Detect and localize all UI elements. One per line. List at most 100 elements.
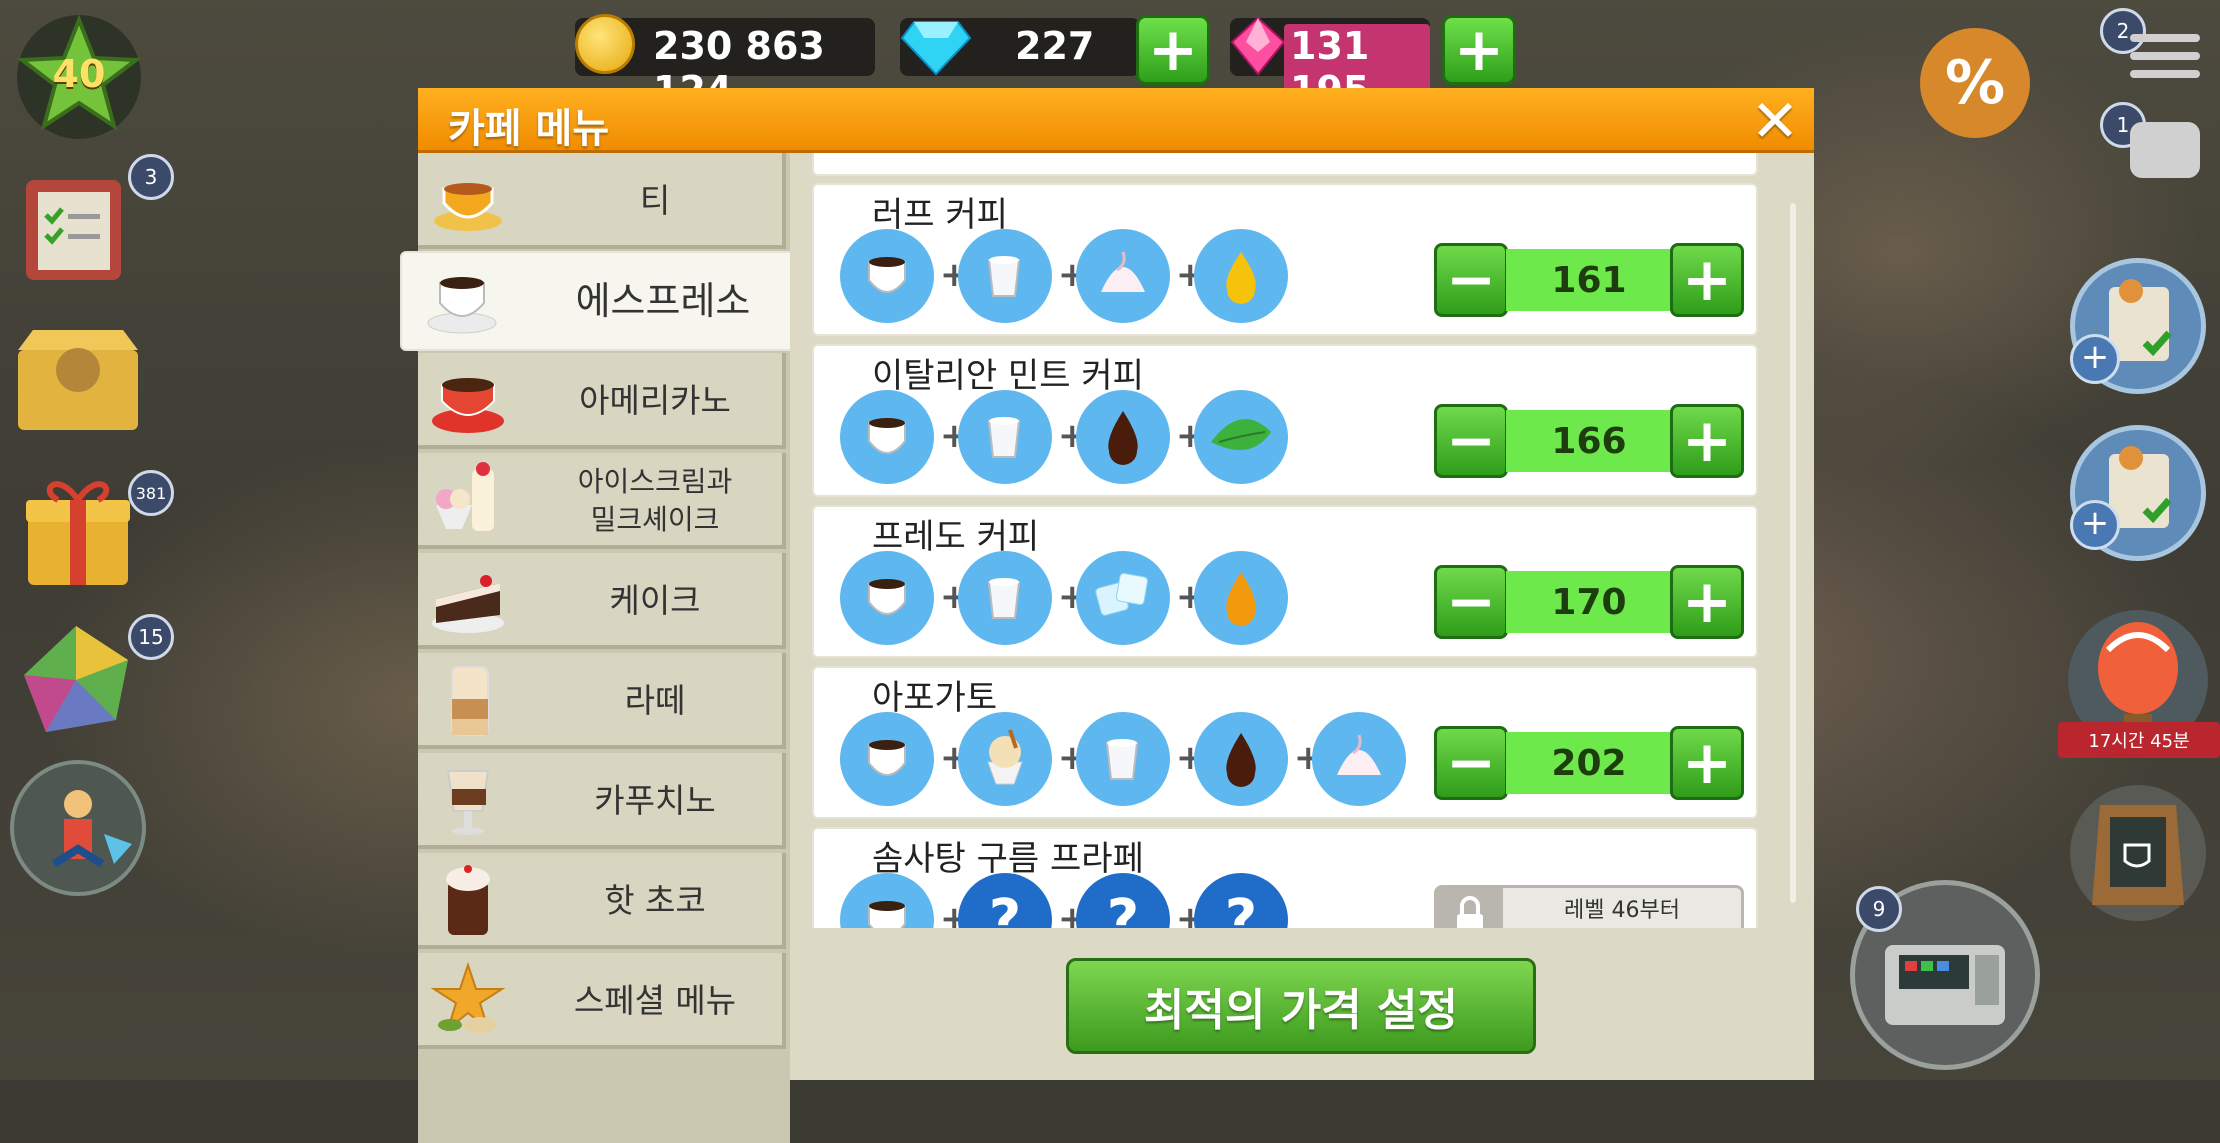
decrease-price-button[interactable]: − — [1434, 243, 1508, 317]
chocolate-drop-icon — [1076, 390, 1170, 484]
gem-counter: 131 195 — [1230, 16, 1430, 112]
unlock-level-text: 레벨 46부터 — [1564, 898, 1680, 923]
ice-cubes-icon — [1076, 551, 1170, 645]
category-americano[interactable]: 아메리카노 — [418, 353, 786, 449]
buy-gems-button[interactable]: + — [1442, 15, 1516, 85]
gift-icon[interactable] — [18, 470, 138, 590]
recipe-list[interactable]: 러프 커피 + + + − 161 + 이탈리안 민트 커피 + + + − 1… — [790, 153, 1814, 928]
decrease-price-button[interactable]: − — [1434, 726, 1508, 800]
badge-gifts: 381 — [128, 470, 174, 516]
recipe-card: 프레도 커피 + + + − 170 + — [812, 505, 1758, 658]
recipe-box-icon[interactable] — [8, 310, 148, 440]
unknown-ingredient-icon: ? — [958, 873, 1052, 928]
icecream-milkshake-icon — [436, 462, 494, 531]
coin-icon — [575, 14, 635, 74]
price-value: 161 — [1506, 249, 1672, 311]
badge-orders: 3 — [128, 154, 174, 200]
price-stepper: − 202 + — [1434, 726, 1744, 800]
badge-crystal: 15 — [128, 614, 174, 660]
add-quest-icon-2[interactable]: + — [2070, 500, 2120, 550]
category-tea[interactable]: 티 — [418, 153, 786, 249]
category-label: 카푸치노 — [594, 781, 716, 820]
increase-price-button[interactable]: + — [1670, 565, 1744, 639]
category-latte[interactable]: 라떼 — [418, 653, 786, 749]
chat-bubble-icon[interactable] — [2130, 122, 2200, 178]
add-quest-icon-1[interactable]: + — [2070, 334, 2120, 384]
lock-icon — [1437, 888, 1503, 928]
cake-icon — [432, 575, 504, 633]
honey-drop-icon — [1194, 229, 1288, 323]
dialog-title-bar: 카페 메뉴 ✕ — [418, 88, 1814, 153]
ice-cream-cup-icon — [958, 712, 1052, 806]
left-hud: 40 3 381 15 — [0, 0, 180, 1080]
hot-chocolate-icon — [446, 865, 490, 935]
whipped-cream-icon — [1076, 229, 1170, 323]
mint-leaf-icon — [1194, 390, 1288, 484]
tea-cup-icon — [434, 183, 502, 231]
increase-price-button[interactable]: + — [1670, 404, 1744, 478]
increase-price-button[interactable]: + — [1670, 243, 1744, 317]
coffee-cup-icon — [840, 873, 934, 928]
event-timer: 17시간 45분 — [2058, 722, 2220, 758]
discount-icon[interactable]: % — [1920, 28, 2030, 138]
coffee-cup-icon — [840, 551, 934, 645]
optimal-price-button[interactable]: 최적의 가격 설정 — [1066, 958, 1536, 1054]
recipe-card: 아포가토 + + + + − 202 + — [812, 666, 1758, 819]
recipe-card-partial — [812, 153, 1758, 176]
milk-jug-icon — [958, 551, 1052, 645]
category-special-menu[interactable]: 스페셜 메뉴 — [418, 953, 786, 1049]
star-anise-icon — [430, 961, 506, 1033]
badge-register: 9 — [1856, 886, 1902, 932]
recipe-scrollbar[interactable] — [1790, 203, 1796, 903]
price-value: 170 — [1506, 571, 1672, 633]
category-cappuccino[interactable]: 카푸치노 — [418, 753, 786, 849]
decrease-price-button[interactable]: − — [1434, 404, 1508, 478]
category-icecream-milkshake[interactable]: 아이스크림과 밀크셰이크 — [418, 453, 786, 549]
coffee-cup-icon — [840, 229, 934, 323]
coin-counter: 230 863 124 — [575, 14, 875, 112]
coffee-cup-icon — [840, 390, 934, 484]
level-star[interactable]: 40 — [14, 12, 144, 142]
category-label: 티 — [639, 181, 671, 220]
category-label: 에스프레소 — [575, 279, 751, 323]
chocolate-drop-icon — [1194, 712, 1288, 806]
decrease-price-button[interactable]: − — [1434, 565, 1508, 639]
price-value: 166 — [1506, 410, 1672, 472]
americano-cup-icon — [432, 378, 504, 433]
price-value: 202 — [1506, 732, 1672, 794]
increase-price-button[interactable]: + — [1670, 726, 1744, 800]
category-espresso[interactable]: 에스프레소 — [402, 253, 798, 349]
category-list: 티 에스프레소 아메리카노 아이스크림과 밀크셰이크 케이크 라떼 카푸치노 핫… — [402, 153, 798, 1143]
category-hot-chocolate[interactable]: 핫 초코 — [418, 853, 786, 949]
diamond-counter: 227 — [900, 18, 1140, 76]
price-stepper: − 161 + — [1434, 243, 1744, 317]
cafe-menu-dialog: 카페 메뉴 ✕ 티 에스프레소 아메리카노 아이스크림과 밀크셰이크 케이크 라… — [402, 88, 1814, 1143]
buy-diamonds-button[interactable]: + — [1136, 15, 1210, 85]
diamond-amount: 227 — [1015, 24, 1095, 68]
percent-icon: % — [1944, 48, 2006, 118]
recipe-card: 러프 커피 + + + − 161 + — [812, 183, 1758, 336]
cappuccino-glass-icon — [446, 770, 490, 835]
recipe-card: 이탈리안 민트 커피 + + + − 166 + — [812, 344, 1758, 497]
order-board-icon[interactable] — [16, 170, 136, 290]
level-number: 40 — [52, 52, 106, 96]
close-button[interactable]: ✕ — [1748, 92, 1802, 150]
crystal-icon[interactable] — [16, 620, 136, 740]
category-label: 케이크 — [609, 581, 701, 620]
category-label: 라떼 — [624, 681, 686, 720]
espresso-cup-icon — [427, 277, 497, 334]
category-cake[interactable]: 케이크 — [418, 553, 786, 649]
locked-badge: 레벨 46부터 — [1434, 885, 1744, 928]
hamburger-menu-icon[interactable] — [2130, 30, 2200, 90]
recipe-name: 프레도 커피 — [872, 517, 1040, 557]
whipped-cream-icon — [1312, 712, 1406, 806]
recipe-card-locked: 솜사탕 구름 프라페 + ? + ? + ? 레벨 46부터 — [812, 827, 1758, 928]
dialog-title: 카페 메뉴 — [448, 106, 610, 152]
syrup-drop-icon — [1194, 551, 1288, 645]
event-character-icon[interactable] — [10, 760, 146, 896]
coffee-cup-icon — [840, 712, 934, 806]
milk-jug-icon — [958, 229, 1052, 323]
category-label: 아이스크림과 밀크셰이크 — [577, 465, 733, 536]
price-stepper: − 170 + — [1434, 565, 1744, 639]
cafe-sign-icon[interactable] — [2070, 785, 2206, 921]
